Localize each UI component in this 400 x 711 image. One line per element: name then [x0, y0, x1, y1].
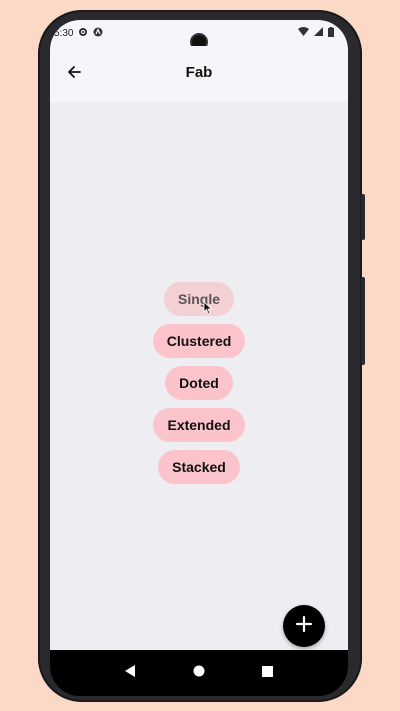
main-content: Single Clustered Doted Extended Stacked — [50, 102, 348, 670]
fab-type-menu: Single Clustered Doted Extended Stacked — [50, 282, 348, 484]
volume-button — [361, 277, 365, 365]
doted-button[interactable]: Doted — [165, 366, 233, 400]
app-bar: Fab — [50, 46, 348, 102]
mouse-cursor-icon — [203, 301, 213, 320]
recents-square-icon — [262, 664, 274, 682]
page-title: Fab — [185, 64, 213, 81]
wifi-icon — [298, 27, 309, 39]
signal-icon — [314, 27, 323, 39]
extended-button[interactable]: Extended — [153, 408, 245, 442]
plus-icon — [295, 615, 313, 638]
stacked-button[interactable]: Stacked — [158, 450, 240, 484]
nav-home-button[interactable] — [184, 658, 214, 688]
clustered-button[interactable]: Clustered — [152, 324, 246, 358]
status-right — [298, 26, 334, 40]
gear-icon — [78, 27, 88, 40]
back-triangle-icon — [124, 664, 136, 682]
battery-icon — [328, 26, 334, 40]
nav-back-button[interactable] — [115, 658, 145, 688]
system-nav-bar — [50, 650, 348, 696]
status-left: 5:30 — [54, 27, 103, 40]
home-circle-icon — [193, 664, 205, 682]
add-fab-button[interactable] — [283, 605, 325, 647]
power-button — [361, 194, 365, 240]
status-time: 5:30 — [54, 27, 74, 39]
accessibility-icon — [93, 27, 103, 40]
single-button[interactable]: Single — [163, 282, 234, 316]
nav-recents-button[interactable] — [253, 658, 283, 688]
phone-screen: 5:30 Fab Single Clustered Doted Extended… — [50, 20, 348, 696]
